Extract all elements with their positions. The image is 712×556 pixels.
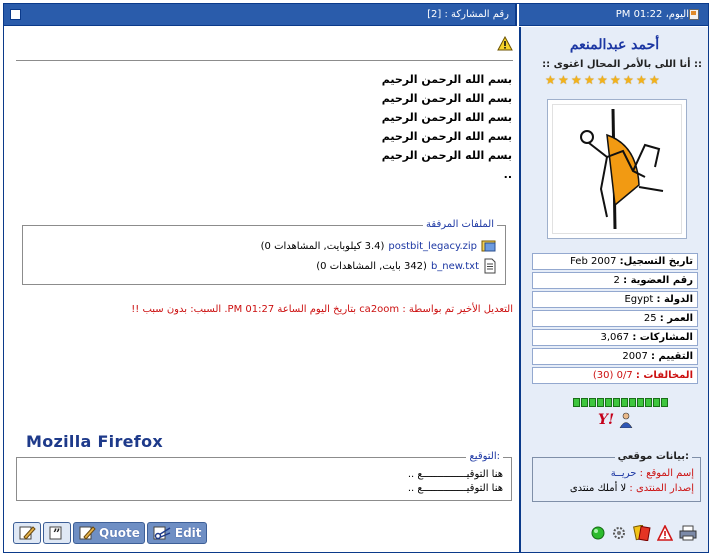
info-join-date: تاريخ التسجيل: Feb 2007 bbox=[532, 253, 698, 270]
post-date-bar: اليوم، 01:22 PM bbox=[519, 4, 708, 26]
rank-star-icon: ★ bbox=[545, 73, 556, 87]
post-line: بسم الله الرحمن الرحيم bbox=[381, 111, 512, 124]
post-frame: رقم المشاركة : [2] اليوم، 01:22 PM أحمد … bbox=[3, 3, 709, 553]
reputation-pip bbox=[581, 398, 588, 407]
post-line: بسم الله الرحمن الرحيم bbox=[381, 149, 512, 162]
post-line: بسم الله الرحمن الرحيم bbox=[381, 92, 512, 105]
pencil-icon bbox=[19, 526, 36, 540]
rank-star-icon: ★ bbox=[558, 73, 569, 87]
reputation-pip bbox=[661, 398, 668, 407]
reputation-bar bbox=[573, 398, 668, 407]
attachments-legend: الملفات المرفقة bbox=[423, 219, 497, 230]
post-header-bar: رقم المشاركة : [2] bbox=[4, 4, 517, 26]
post-action-buttons: ” Quote Edit bbox=[13, 522, 207, 544]
post-date: اليوم، 01:22 PM bbox=[615, 9, 689, 20]
attachment-item: postbit_legacy.zip (3.4 كيلوبايت, المشاه… bbox=[261, 239, 497, 253]
select-post-checkbox[interactable] bbox=[10, 9, 21, 20]
site-version-line: إصدار المنتدى : لا أملك منتدى bbox=[570, 483, 694, 494]
post-message: بسم الله الرحمن الرحيم بسم الله الرحمن ا… bbox=[18, 70, 512, 184]
username-link[interactable]: أحمد عبدالمنعم bbox=[521, 37, 708, 53]
attachment-item: b_new.txt (342 بايت, المشاهدات 0) bbox=[316, 258, 497, 274]
site-name-label: إسم الموقع : bbox=[639, 468, 694, 479]
info-country: الدولة : Egypt bbox=[532, 291, 698, 308]
quote-button[interactable]: Quote bbox=[73, 522, 145, 544]
signature-legend: التوقيع: bbox=[466, 451, 503, 462]
reputation-pip bbox=[653, 398, 660, 407]
signature-line: هنا التوقيـــــــــــــــع .. bbox=[407, 483, 503, 494]
site-name-link[interactable]: حريــة bbox=[611, 468, 637, 479]
attachment-meta: (3.4 كيلوبايت, المشاهدات 0) bbox=[260, 240, 385, 252]
reputation-pip bbox=[613, 398, 620, 407]
site-version-label: إصدار المنتدى : bbox=[629, 483, 694, 494]
rank-star-icon: ★ bbox=[610, 73, 621, 87]
user-contact-icons: Y! bbox=[598, 412, 634, 428]
rank-star-icon: ★ bbox=[649, 73, 660, 87]
signature-box: التوقيع: هنا التوقيـــــــــــــــع .. ه… bbox=[16, 451, 512, 501]
reputation-pip bbox=[605, 398, 612, 407]
svg-text:”: ” bbox=[53, 527, 60, 541]
user-title: :: أنا اللى بالأمر المحال اغتوى :: bbox=[542, 59, 702, 70]
reputation-pip bbox=[621, 398, 628, 407]
avatar-image bbox=[552, 104, 682, 234]
attachment-meta: (342 بايت, المشاهدات 0) bbox=[316, 260, 427, 272]
zip-icon bbox=[481, 240, 496, 252]
warning-icon bbox=[497, 36, 513, 51]
post-divider bbox=[16, 60, 513, 61]
user-rank-stars: ★ ★ ★ ★ ★ ★ ★ ★ ★ bbox=[545, 74, 691, 88]
edit-label: Edit bbox=[174, 526, 202, 540]
online-status-icon bbox=[591, 526, 605, 540]
info-posts: المشاركات : 3,067 bbox=[532, 329, 698, 346]
user-online-icon[interactable] bbox=[618, 412, 634, 428]
post-line: بسم الله الرحمن الرحيم bbox=[381, 73, 512, 86]
print-icon[interactable] bbox=[679, 525, 697, 541]
signature-line: هنا التوقيـــــــــــــــع .. bbox=[407, 469, 503, 480]
scissors-icon bbox=[153, 526, 171, 540]
avatar bbox=[547, 99, 687, 239]
info-age: العمر : 25 bbox=[532, 310, 698, 327]
reputation-pip bbox=[645, 398, 652, 407]
reputation-pip bbox=[589, 398, 596, 407]
reputation-pip bbox=[637, 398, 644, 407]
browser-label: Mozilla Firefox bbox=[26, 432, 163, 451]
info-rating: التقييم : 2007 bbox=[532, 348, 698, 365]
info-violations[interactable]: المخالفات : 0/7 (30) bbox=[532, 367, 698, 384]
edit-button[interactable]: Edit bbox=[146, 522, 207, 544]
attachment-link[interactable]: b_new.txt bbox=[431, 261, 479, 272]
yahoo-icon[interactable]: Y! bbox=[598, 412, 614, 428]
quote-marks-icon: ” bbox=[49, 526, 62, 541]
rank-star-icon: ★ bbox=[636, 73, 647, 87]
rate-post-icon[interactable] bbox=[611, 525, 627, 541]
edit-note: التعديل الأخير تم بواسطة : ca2oom بتاريخ… bbox=[131, 304, 513, 315]
text-file-icon bbox=[484, 258, 496, 274]
attachments-box: الملفات المرفقة postbit_legacy.zip (3.4 … bbox=[22, 219, 506, 285]
report-post-icon[interactable] bbox=[657, 525, 673, 541]
reputation-pip bbox=[629, 398, 636, 407]
multi-quote-button[interactable]: ” bbox=[43, 522, 71, 544]
site-version-value: لا أملك منتدى bbox=[569, 483, 627, 494]
user-site-box: بيانات موقعي: إسم الموقع : حريــة إصدار … bbox=[532, 451, 701, 502]
attachment-link[interactable]: postbit_legacy.zip bbox=[388, 241, 477, 252]
reputation-pip bbox=[573, 398, 580, 407]
post-number[interactable]: رقم المشاركة : [2] bbox=[427, 9, 509, 20]
site-name-line: إسم الموقع : حريــة bbox=[611, 468, 694, 479]
quote-label: Quote bbox=[99, 526, 140, 540]
info-member-id: رقم العضوية : 2 bbox=[532, 272, 698, 289]
rank-star-icon: ★ bbox=[597, 73, 608, 87]
quote-pencil-icon bbox=[79, 526, 96, 540]
rank-star-icon: ★ bbox=[584, 73, 595, 87]
user-panel: أحمد عبدالمنعم :: أنا اللى بالأمر المحال… bbox=[519, 27, 708, 552]
post-line: بسم الله الرحمن الرحيم bbox=[381, 130, 512, 143]
post-line: .. bbox=[503, 168, 512, 181]
rank-star-icon: ★ bbox=[571, 73, 582, 87]
post-icon bbox=[689, 9, 699, 20]
quick-reply-button[interactable] bbox=[13, 522, 41, 544]
post-tools-icons bbox=[591, 525, 697, 541]
rank-star-icon: ★ bbox=[623, 73, 634, 87]
yellow-card-icon[interactable] bbox=[633, 525, 651, 541]
reputation-pip bbox=[597, 398, 604, 407]
site-legend: بيانات موقعي: bbox=[614, 451, 692, 462]
